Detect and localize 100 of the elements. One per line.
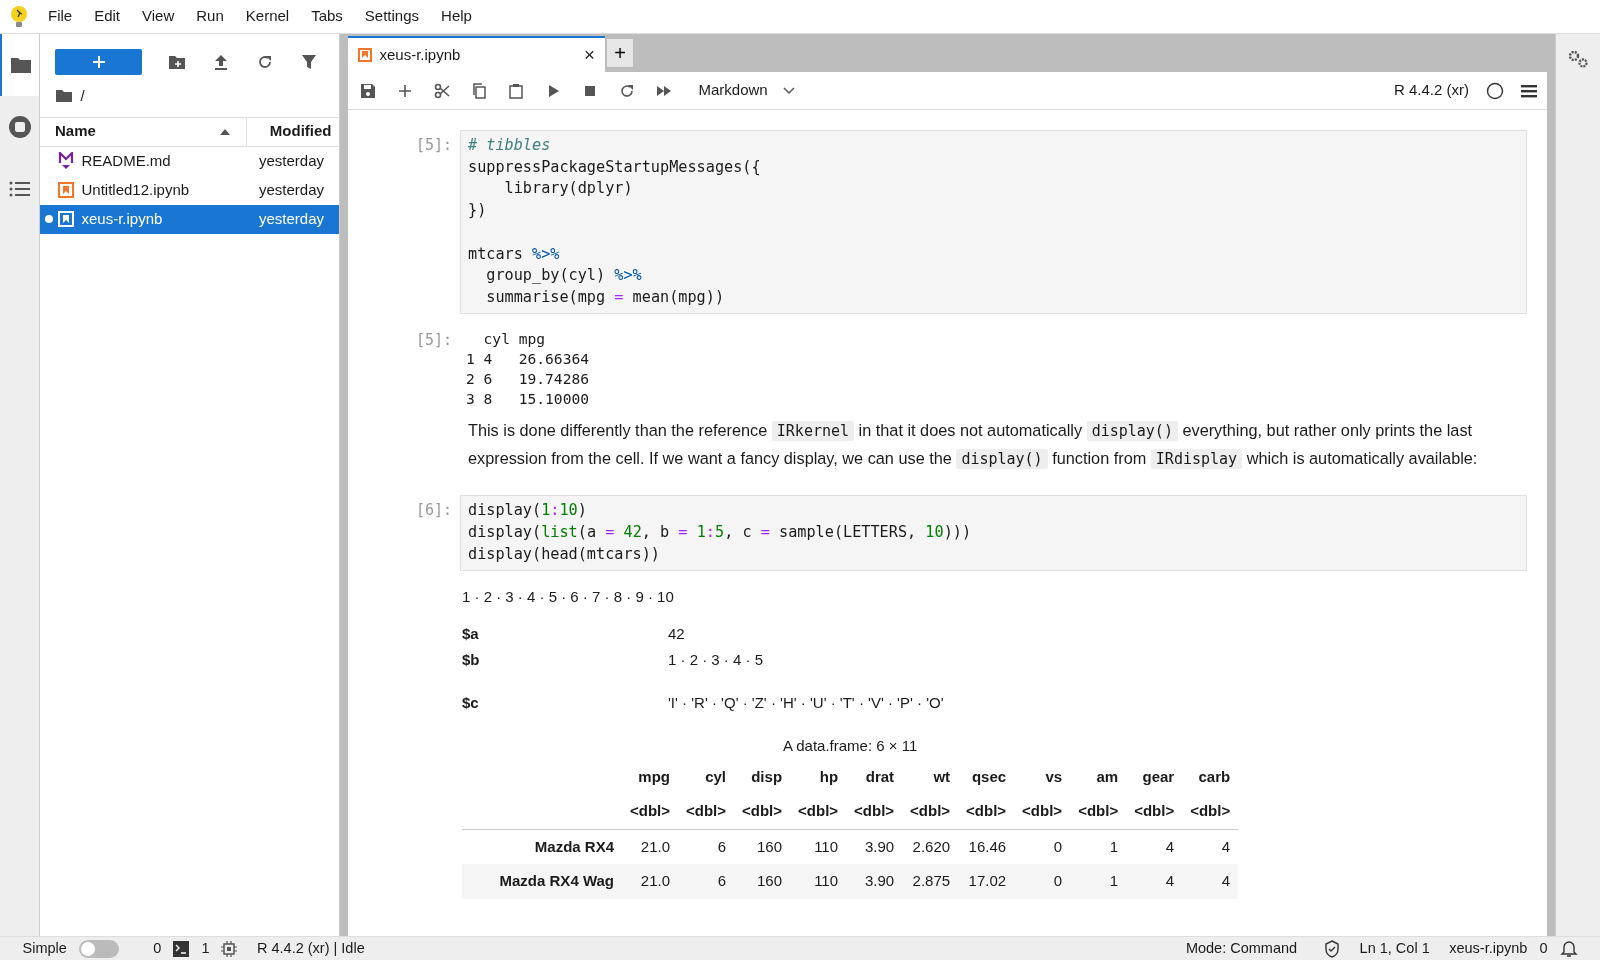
sort-arrow-icon [219, 127, 232, 136]
column-header[interactable]: Name [40, 117, 247, 146]
table-cell: 17.02 [958, 864, 1015, 899]
column-header: carb [1197, 766, 1232, 787]
table-cell: 2.620 [902, 829, 959, 865]
menu-item[interactable]: File [37, 5, 84, 28]
file-name[interactable]: Untitled12.ipynb [81, 178, 259, 202]
list-value: 42 [668, 624, 685, 645]
file-row[interactable]: README.md yesterday [40, 146, 339, 176]
file-row[interactable]: Untitled12.ipynb yesterday [40, 175, 339, 205]
gears-icon[interactable] [1567, 49, 1589, 69]
file-row[interactable]: xeus-r.ipynb yesterday [40, 204, 339, 234]
folder-icon[interactable] [9, 56, 32, 74]
menu-item[interactable]: Run [185, 5, 235, 28]
column-type: <dbl> [902, 794, 959, 830]
table-cell: 1 [1070, 864, 1127, 899]
column-header: drat [864, 766, 896, 787]
stop-icon[interactable] [7, 115, 32, 139]
simple-mode-label: Simple [22, 938, 67, 958]
menu-icon[interactable] [1521, 83, 1537, 98]
breadcrumb-path[interactable]: / [80, 84, 85, 107]
list-value: 1 · 2 · 3 · 4 · 5 [668, 650, 764, 671]
menu-item[interactable]: View [131, 5, 186, 28]
table-cell: 21.0 [622, 864, 678, 899]
row-name: Mazda RX4 [462, 829, 622, 865]
column-header: am [1095, 766, 1120, 787]
simple-mode-toggle[interactable] [78, 939, 119, 958]
table-cell: 0 [1014, 829, 1071, 865]
markdown-icon [58, 152, 74, 170]
code-cell[interactable]: # tibbles suppressPackageStartupMessages({ library(dplyr) }) mtcars %>% group_by(cyl) %>% summarise(mpg = mean(mpg)) [460, 130, 1527, 314]
menu-item[interactable]: Edit [83, 5, 132, 28]
menu-item[interactable]: Kernel [234, 5, 301, 28]
column-header: qsec [970, 766, 1008, 787]
column-header: disp [750, 766, 784, 787]
kernel-status[interactable]: R 4.4.2 (xr) | Idle [257, 937, 365, 960]
table-caption: A data.frame: 6 × 11 [782, 737, 918, 755]
menu-item[interactable]: Settings [353, 5, 431, 28]
column-header[interactable]: Modified [246, 117, 339, 146]
table-cell: 4 [1182, 864, 1239, 899]
list-name: $c [462, 693, 480, 714]
code-cell[interactable]: display(1:10) display(list(a = 42, b = 1:5, c = sample(LETTERS, 10))) display(head(mtcars)) [460, 495, 1527, 571]
column-type: <dbl> [734, 794, 791, 830]
save-icon[interactable] [360, 82, 376, 99]
column-header: mpg [637, 766, 671, 787]
table-of-contents-icon[interactable] [8, 180, 31, 198]
kernel-idle-icon [1486, 81, 1504, 100]
list-value: 'I' · 'R' · 'Q' · 'Z' · 'H' · 'U' · 'T' · 'V' · 'P' · 'O' [668, 693, 944, 714]
refresh-icon[interactable] [256, 53, 274, 71]
column-header: gear [1141, 766, 1176, 787]
table-cell: 110 [790, 829, 847, 865]
scissors-icon[interactable] [434, 82, 450, 99]
cursor-position[interactable]: Ln 1, Col 1 [1359, 937, 1430, 960]
folder-icon [55, 88, 73, 104]
filter-icon[interactable] [300, 53, 318, 71]
new-tab-button[interactable]: + [606, 38, 634, 69]
plus-icon [91, 55, 106, 69]
column-type: <dbl> [1070, 794, 1127, 830]
column-header: cyl [704, 766, 728, 787]
table-cell: 6 [678, 864, 735, 899]
table-cell: 4 [1182, 829, 1239, 865]
modified-date: yesterday [258, 208, 325, 229]
vector-output: 1 · 2 · 3 · 4 · 5 · 6 · 7 · 8 · 9 · 10 [462, 587, 674, 605]
chip-icon[interactable] [221, 940, 238, 957]
table-cell: 16.46 [958, 829, 1015, 865]
clipboard-icon[interactable] [508, 82, 524, 99]
new-launcher-button[interactable] [55, 49, 142, 75]
shield-check-icon[interactable] [1324, 939, 1341, 958]
column-type: <dbl> [790, 794, 847, 830]
file-name[interactable]: xeus-r.ipynb [81, 207, 259, 231]
cell-type-dropdown[interactable]: Markdown [698, 79, 795, 102]
upload-icon[interactable] [212, 53, 230, 71]
execution-count: [5]: [414, 134, 453, 156]
notebook-tab[interactable]: xeus-r.ipynb × [348, 36, 605, 72]
column-header: vs [1044, 766, 1064, 787]
close-tab-button[interactable]: × [584, 45, 595, 65]
table-cell: 3.90 [846, 829, 903, 865]
kernel-name[interactable]: R 4.4.2 (xr) [1394, 79, 1469, 102]
terminal-icon[interactable] [173, 940, 190, 957]
new-folder-icon[interactable] [168, 53, 186, 71]
copy-icon[interactable] [471, 82, 487, 99]
table-cell: 160 [734, 864, 791, 899]
table-cell: 4 [1126, 829, 1183, 865]
table-cell: 21.0 [622, 829, 678, 865]
terminal-count: 0 [153, 938, 162, 958]
file-name[interactable]: README.md [81, 149, 259, 173]
markdown-paragraph: This is done differently than the reference IRkernel in that it does not automatically display() everything, but rather only prints the last expression from the cell. If we want a fancy display, we can use the display() function from IRdisplay which is automatically available: [468, 419, 1479, 471]
execution-count: [5]: [414, 329, 453, 351]
notebook-icon [358, 48, 372, 62]
column-type: <dbl> [958, 794, 1015, 830]
menu-item[interactable]: Tabs [300, 5, 354, 28]
file-name: xeus-r.ipynb [1449, 938, 1528, 958]
plus-icon[interactable] [397, 82, 413, 99]
table-cell: 0 [1014, 864, 1071, 899]
row-name: Mazda RX4 Wag [462, 864, 622, 899]
menu-item[interactable]: Help [430, 5, 483, 28]
list-name: $a [462, 624, 480, 645]
table-cell: 6 [678, 829, 735, 865]
bell-icon[interactable] [1559, 939, 1578, 958]
restart-icon[interactable] [619, 82, 635, 99]
text-output: cyl mpg 1 4 26.66364 2 6 19.74286 3 8 15.10000 [465, 328, 589, 410]
